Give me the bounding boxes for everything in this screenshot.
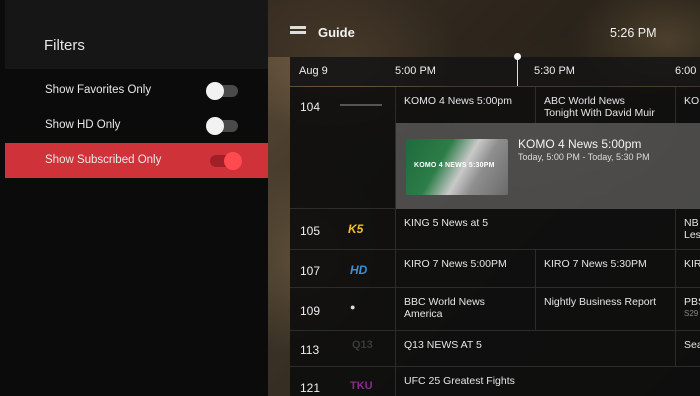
filter-label: Show HD Only xyxy=(45,119,121,131)
program-title: PBS xyxy=(684,296,700,308)
subscribed-toggle[interactable] xyxy=(210,152,242,170)
current-time-dot xyxy=(514,53,521,60)
filter-hd-only[interactable]: Show HD Only xyxy=(5,108,268,143)
channel-row-105: 105 K5 KING 5 News at 5 NB Les xyxy=(290,209,700,250)
channel-row-104: 104 KOMO 4 News 5:00pm ABC World News To… xyxy=(290,87,700,209)
filters-panel: Filters Show Favorites Only Show HD Only… xyxy=(0,0,268,396)
time-slot: 5:00 PM xyxy=(395,65,436,77)
program-title-line2: Les xyxy=(684,229,700,241)
program-title: UFC 25 Greatest Fights xyxy=(404,375,515,387)
channel-logo-king5: K5 xyxy=(348,222,364,236)
channel-logo-hd: HD xyxy=(350,263,368,277)
date-label: Aug 9 xyxy=(299,65,328,77)
program-title: NB xyxy=(684,217,699,229)
program-title: Q13 NEWS AT 5 xyxy=(404,339,482,351)
program-cell[interactable]: KOMO 4 News 5:00pm xyxy=(396,87,536,123)
program-cell[interactable]: KO xyxy=(676,87,700,123)
filter-label: Show Favorites Only xyxy=(45,84,152,96)
channel-cell[interactable]: 104 xyxy=(290,87,396,208)
detail-time: Today, 5:00 PM - Today, 5:30 PM xyxy=(518,152,650,162)
program-title-line2: Tonight With David Muir xyxy=(544,107,655,119)
filter-favorites-only[interactable]: Show Favorites Only xyxy=(5,73,268,108)
program-cell[interactable]: KIRO 7 News 5:00PM xyxy=(396,250,536,287)
program-title: KIRO 7 News 5:30PM xyxy=(544,258,647,270)
channel-row-107: 107 HD KIRO 7 News 5:00PM KIRO 7 News 5:… xyxy=(290,250,700,288)
program-cell[interactable]: KING 5 News at 5 xyxy=(396,209,676,249)
time-slot: 5:30 PM xyxy=(534,65,575,77)
channel-cell[interactable]: 113 Q13 xyxy=(290,331,396,366)
guide-grid-icon xyxy=(290,26,306,39)
channel-number: 113 xyxy=(300,343,320,357)
program-detail-card[interactable]: KOMO 4 NEWS 5:30PM KOMO 4 News 5:00pm To… xyxy=(396,123,700,209)
program-grid: 104 KOMO 4 News 5:00pm ABC World News To… xyxy=(290,87,700,396)
toggle-knob xyxy=(224,152,242,170)
toggle-knob xyxy=(206,117,224,135)
channel-logo-icon xyxy=(340,104,382,106)
hd-toggle[interactable] xyxy=(206,117,238,135)
channel-row-113: 113 Q13 Q13 NEWS AT 5 Sea xyxy=(290,331,700,367)
channel-number: 121 xyxy=(300,381,321,395)
channel-logo-tku: TKU xyxy=(350,380,373,392)
channel-number: 104 xyxy=(300,100,321,114)
favorites-toggle[interactable] xyxy=(206,82,238,100)
program-cell[interactable]: Q13 NEWS AT 5 xyxy=(396,331,676,366)
guide-header: Guide 5:26 PM xyxy=(268,0,700,57)
program-cell[interactable]: Nightly Business Report xyxy=(536,288,676,330)
program-title: ABC World News xyxy=(544,95,625,107)
program-title: KO xyxy=(684,95,700,107)
detail-title: KOMO 4 News 5:00pm xyxy=(518,137,642,151)
program-title: KING 5 News at 5 xyxy=(404,217,489,229)
time-slot: 6:00 xyxy=(675,65,697,77)
program-cell[interactable]: UFC 25 Greatest Fights xyxy=(396,367,700,396)
channel-cell[interactable]: 109 ● xyxy=(290,288,396,330)
pbs-logo-icon: ● xyxy=(350,302,356,312)
program-cell[interactable]: ABC World News Tonight With David Muir xyxy=(536,87,676,123)
program-cell[interactable]: KIRO 7 News 5:30PM xyxy=(536,250,676,287)
channel-number: 107 xyxy=(300,264,321,278)
channel-cell[interactable]: 105 K5 xyxy=(290,209,396,249)
guide-title: Guide xyxy=(318,25,355,40)
program-cell[interactable]: BBC World News America xyxy=(396,288,536,330)
current-time-marker xyxy=(517,57,518,86)
toggle-knob xyxy=(206,82,224,100)
program-title-line2: America xyxy=(404,308,443,320)
channel-row-109: 109 ● BBC World News America Nightly Bus… xyxy=(290,288,700,331)
program-title: KIR xyxy=(684,258,700,270)
channel-cell[interactable]: 121 TKU xyxy=(290,367,396,396)
program-episode: S29 xyxy=(684,309,699,318)
filters-title: Filters xyxy=(44,37,85,54)
thumbnail-caption: KOMO 4 NEWS 5:30PM xyxy=(414,162,495,169)
program-cell[interactable]: Sea xyxy=(676,331,700,366)
channel-row-121: 121 TKU UFC 25 Greatest Fights xyxy=(290,367,700,396)
program-title: KOMO 4 News 5:00pm xyxy=(404,95,512,107)
time-bar: Aug 9 5:00 PM 5:30 PM 6:00 xyxy=(290,57,700,86)
channel-number: 109 xyxy=(300,304,321,318)
filter-label: Show Subscribed Only xyxy=(45,154,162,166)
program-title: KIRO 7 News 5:00PM xyxy=(404,258,507,270)
program-title: Sea xyxy=(684,339,700,351)
program-cell[interactable]: PBS S29 xyxy=(676,288,700,330)
channel-cell[interactable]: 107 HD xyxy=(290,250,396,287)
filter-subscribed-only[interactable]: Show Subscribed Only xyxy=(5,143,268,178)
channel-number: 105 xyxy=(300,224,321,238)
program-cell[interactable]: KIR xyxy=(676,250,700,287)
program-cell[interactable]: NB Les xyxy=(676,209,700,249)
program-title: BBC World News xyxy=(404,296,485,308)
program-thumbnail: KOMO 4 NEWS 5:30PM xyxy=(406,139,508,195)
clock: 5:26 PM xyxy=(610,26,657,40)
program-title: Nightly Business Report xyxy=(544,296,657,308)
channel-logo-q13fox: Q13 xyxy=(352,339,373,351)
filters-header: Filters xyxy=(5,0,268,69)
